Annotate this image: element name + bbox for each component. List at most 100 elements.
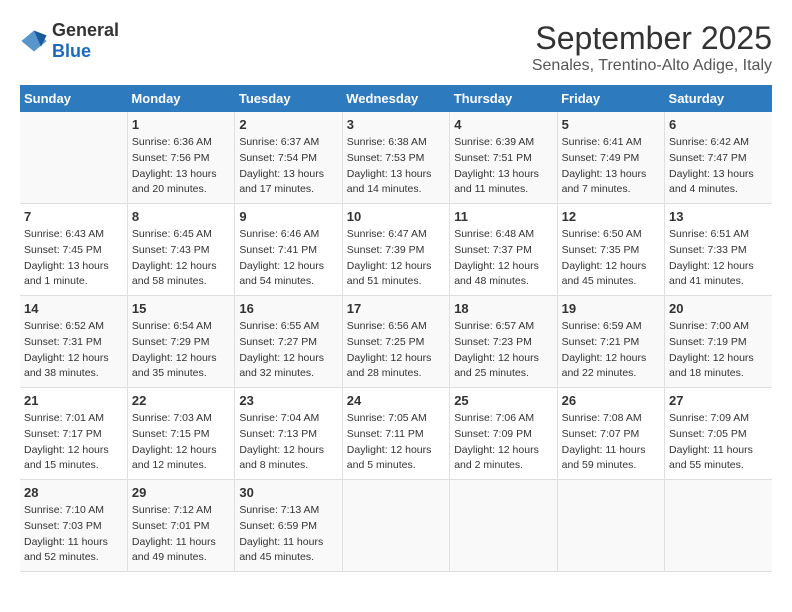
main-title: September 2025 — [532, 20, 772, 57]
cell-info: Sunrise: 7:04 AMSunset: 7:13 PMDaylight:… — [239, 411, 337, 474]
day-number: 18 — [454, 301, 552, 316]
day-number: 29 — [132, 485, 230, 500]
cell-5-4 — [342, 480, 449, 572]
cell-info: Sunrise: 7:09 AMSunset: 7:05 PMDaylight:… — [669, 411, 768, 474]
cell-3-6: 19 Sunrise: 6:59 AMSunset: 7:21 PMDayligh… — [557, 296, 664, 388]
day-number: 5 — [562, 117, 660, 132]
cell-info: Sunrise: 6:51 AMSunset: 7:33 PMDaylight:… — [669, 227, 768, 290]
cell-info: Sunrise: 7:00 AMSunset: 7:19 PMDaylight:… — [669, 319, 768, 382]
cell-info: Sunrise: 6:36 AMSunset: 7:56 PMDaylight:… — [132, 135, 230, 198]
day-number: 9 — [239, 209, 337, 224]
day-number: 3 — [347, 117, 445, 132]
day-number: 23 — [239, 393, 337, 408]
day-number: 10 — [347, 209, 445, 224]
day-number: 19 — [562, 301, 660, 316]
week-row-3: 14Sunrise: 6:52 AMSunset: 7:31 PMDayligh… — [20, 296, 772, 388]
header-saturday: Saturday — [665, 85, 772, 112]
cell-info: Sunrise: 7:05 AMSunset: 7:11 PMDaylight:… — [347, 411, 445, 474]
day-number: 27 — [669, 393, 768, 408]
cell-4-2: 22 Sunrise: 7:03 AMSunset: 7:15 PMDayligh… — [127, 388, 234, 480]
cell-info: Sunrise: 6:39 AMSunset: 7:51 PMDaylight:… — [454, 135, 552, 198]
cell-info: Sunrise: 7:10 AMSunset: 7:03 PMDaylight:… — [24, 503, 123, 566]
cell-info: Sunrise: 6:46 AMSunset: 7:41 PMDaylight:… — [239, 227, 337, 290]
cell-1-3: 2Sunrise: 6:37 AMSunset: 7:54 PMDaylight… — [235, 112, 342, 204]
cell-2-7: 13 Sunrise: 6:51 AMSunset: 7:33 PMDayligh… — [665, 204, 772, 296]
cell-info: Sunrise: 6:43 AMSunset: 7:45 PMDaylight:… — [24, 227, 123, 290]
day-number: 15 — [132, 301, 230, 316]
cell-3-7: 20 Sunrise: 7:00 AMSunset: 7:19 PMDayligh… — [665, 296, 772, 388]
day-number: 13 — [669, 209, 768, 224]
logo-text: General Blue — [52, 20, 119, 62]
week-row-4: 21 Sunrise: 7:01 AMSunset: 7:17 PMDayligh… — [20, 388, 772, 480]
cell-5-5 — [450, 480, 557, 572]
cell-1-4: 3 Sunrise: 6:38 AMSunset: 7:53 PMDaylight… — [342, 112, 449, 204]
cell-info: Sunrise: 6:45 AMSunset: 7:43 PMDaylight:… — [132, 227, 230, 290]
cell-4-3: 23 Sunrise: 7:04 AMSunset: 7:13 PMDayligh… — [235, 388, 342, 480]
cell-info: Sunrise: 7:12 AMSunset: 7:01 PMDaylight:… — [132, 503, 230, 566]
day-number: 17 — [347, 301, 445, 316]
cell-5-6 — [557, 480, 664, 572]
cell-4-6: 26 Sunrise: 7:08 AMSunset: 7:07 PMDayligh… — [557, 388, 664, 480]
cell-info: Sunrise: 7:08 AMSunset: 7:07 PMDaylight:… — [562, 411, 660, 474]
cell-info: Sunrise: 6:42 AMSunset: 7:47 PMDaylight:… — [669, 135, 768, 198]
header-tuesday: Tuesday — [235, 85, 342, 112]
cell-info: Sunrise: 6:57 AMSunset: 7:23 PMDaylight:… — [454, 319, 552, 382]
cell-3-3: 16Sunrise: 6:55 AMSunset: 7:27 PMDayligh… — [235, 296, 342, 388]
cell-2-3: 9 Sunrise: 6:46 AMSunset: 7:41 PMDaylight… — [235, 204, 342, 296]
day-number: 20 — [669, 301, 768, 316]
day-number: 24 — [347, 393, 445, 408]
cell-4-5: 25 Sunrise: 7:06 AMSunset: 7:09 PMDayligh… — [450, 388, 557, 480]
cell-info: Sunrise: 7:06 AMSunset: 7:09 PMDaylight:… — [454, 411, 552, 474]
cell-info: Sunrise: 6:59 AMSunset: 7:21 PMDaylight:… — [562, 319, 660, 382]
logo: General Blue — [20, 20, 119, 62]
cell-1-6: 5 Sunrise: 6:41 AMSunset: 7:49 PMDaylight… — [557, 112, 664, 204]
header-wednesday: Wednesday — [342, 85, 449, 112]
day-number: 28 — [24, 485, 123, 500]
cell-info: Sunrise: 7:13 AMSunset: 6:59 PMDaylight:… — [239, 503, 337, 566]
day-number: 25 — [454, 393, 552, 408]
header-row: SundayMondayTuesdayWednesdayThursdayFrid… — [20, 85, 772, 112]
subtitle: Senales, Trentino-Alto Adige, Italy — [532, 57, 772, 75]
cell-2-2: 8Sunrise: 6:45 AMSunset: 7:43 PMDaylight… — [127, 204, 234, 296]
cell-info: Sunrise: 6:38 AMSunset: 7:53 PMDaylight:… — [347, 135, 445, 198]
cell-2-4: 10Sunrise: 6:47 AMSunset: 7:39 PMDayligh… — [342, 204, 449, 296]
calendar-table: SundayMondayTuesdayWednesdayThursdayFrid… — [20, 85, 772, 572]
day-number: 1 — [132, 117, 230, 132]
header-thursday: Thursday — [450, 85, 557, 112]
cell-1-5: 4Sunrise: 6:39 AMSunset: 7:51 PMDaylight… — [450, 112, 557, 204]
cell-info: Sunrise: 7:03 AMSunset: 7:15 PMDaylight:… — [132, 411, 230, 474]
title-area: September 2025 Senales, Trentino-Alto Ad… — [532, 20, 772, 75]
cell-1-2: 1 Sunrise: 6:36 AMSunset: 7:56 PMDaylight… — [127, 112, 234, 204]
week-row-2: 7Sunrise: 6:43 AMSunset: 7:45 PMDaylight… — [20, 204, 772, 296]
header-monday: Monday — [127, 85, 234, 112]
logo-icon — [20, 27, 48, 55]
cell-info: Sunrise: 6:55 AMSunset: 7:27 PMDaylight:… — [239, 319, 337, 382]
day-number: 11 — [454, 209, 552, 224]
day-number: 30 — [239, 485, 337, 500]
cell-info: Sunrise: 6:52 AMSunset: 7:31 PMDaylight:… — [24, 319, 123, 382]
cell-4-4: 24 Sunrise: 7:05 AMSunset: 7:11 PMDayligh… — [342, 388, 449, 480]
day-number: 26 — [562, 393, 660, 408]
cell-1-1 — [20, 112, 127, 204]
cell-info: Sunrise: 7:01 AMSunset: 7:17 PMDaylight:… — [24, 411, 123, 474]
cell-3-5: 18 Sunrise: 6:57 AMSunset: 7:23 PMDayligh… — [450, 296, 557, 388]
day-number: 2 — [239, 117, 337, 132]
cell-3-1: 14Sunrise: 6:52 AMSunset: 7:31 PMDayligh… — [20, 296, 127, 388]
day-number: 21 — [24, 393, 123, 408]
cell-3-2: 15Sunrise: 6:54 AMSunset: 7:29 PMDayligh… — [127, 296, 234, 388]
cell-info: Sunrise: 6:48 AMSunset: 7:37 PMDaylight:… — [454, 227, 552, 290]
cell-5-7 — [665, 480, 772, 572]
cell-info: Sunrise: 6:50 AMSunset: 7:35 PMDaylight:… — [562, 227, 660, 290]
cell-5-2: 29 Sunrise: 7:12 AMSunset: 7:01 PMDayligh… — [127, 480, 234, 572]
header-friday: Friday — [557, 85, 664, 112]
day-number: 22 — [132, 393, 230, 408]
day-number: 6 — [669, 117, 768, 132]
cell-3-4: 17Sunrise: 6:56 AMSunset: 7:25 PMDayligh… — [342, 296, 449, 388]
cell-info: Sunrise: 6:41 AMSunset: 7:49 PMDaylight:… — [562, 135, 660, 198]
week-row-5: 28 Sunrise: 7:10 AMSunset: 7:03 PMDayligh… — [20, 480, 772, 572]
cell-2-6: 12Sunrise: 6:50 AMSunset: 7:35 PMDayligh… — [557, 204, 664, 296]
cell-4-1: 21 Sunrise: 7:01 AMSunset: 7:17 PMDayligh… — [20, 388, 127, 480]
header-sunday: Sunday — [20, 85, 127, 112]
cell-2-5: 11 Sunrise: 6:48 AMSunset: 7:37 PMDayligh… — [450, 204, 557, 296]
page-header: General Blue September 2025 Senales, Tre… — [20, 20, 772, 75]
